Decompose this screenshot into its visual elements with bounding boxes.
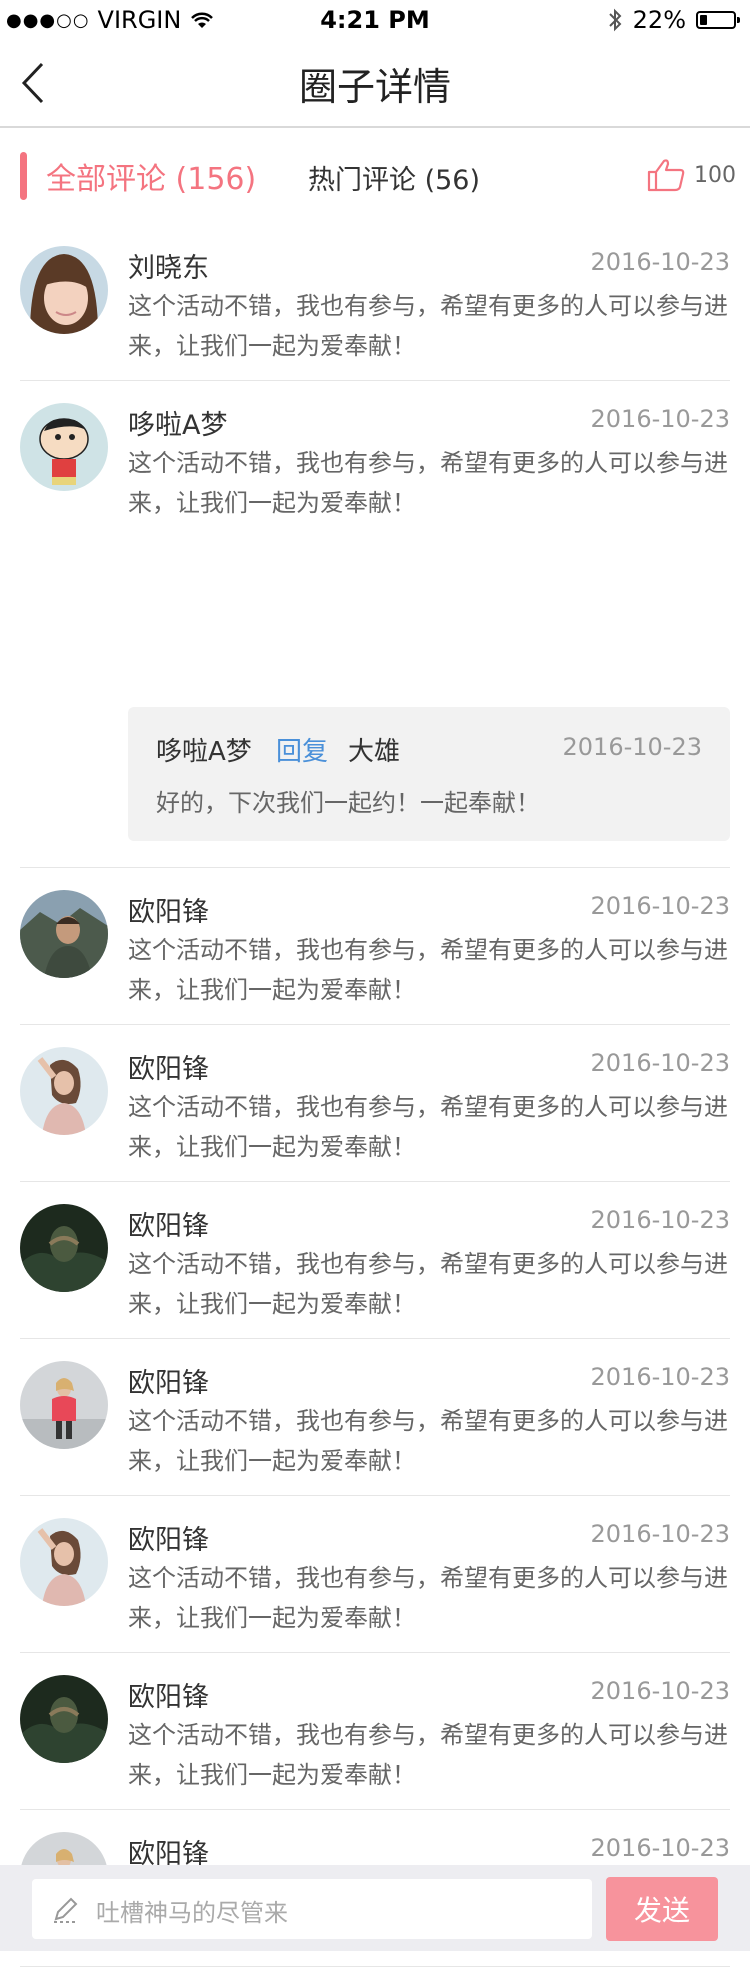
avatar[interactable] [20,1518,108,1606]
tab-all-comments[interactable]: 全部评论 (156) [46,154,256,198]
avatar[interactable] [20,890,108,978]
comment-text: 这个活动不错，我也有参与，希望有更多的人可以参与进来，让我们一起为爱奉献！ [128,1721,728,1789]
avatar[interactable] [20,1675,108,1763]
comment-date: 2016-10-23 [590,1363,730,1391]
avatar[interactable] [20,246,108,334]
reply-box: 哆啦A梦 回复 大雄 2016-10-23 好的，下次我们一起约！一起奉献！ [128,707,730,841]
avatar[interactable] [20,1204,108,1292]
comment-author[interactable]: 欧阳锋 [128,1361,209,1400]
status-right: 22% [607,6,740,34]
comment-item[interactable]: 哆啦A梦 2016-10-23 这个活动不错，我也有参与，希望有更多的人可以参与进来… [20,381,730,868]
nav-bar: 圈子详情 [0,40,750,128]
comment-item[interactable]: 欧阳锋 2016-10-23 这个活动不错，我也有参与，希望有更多的人可以参与进来，… [20,1025,730,1182]
status-bar: ●●●○○ VIRGIN 4:21 PM 22% [0,0,750,40]
comment-date: 2016-10-23 [590,405,730,433]
comment-text: 这个活动不错，我也有参与，希望有更多的人可以参与进来，让我们一起为爱奉献！ [128,936,728,1004]
comment-author[interactable]: 欧阳锋 [128,1204,209,1243]
active-tab-indicator [20,152,27,200]
comment-date: 2016-10-23 [590,1520,730,1548]
send-button[interactable]: 发送 [606,1877,718,1941]
comment-author[interactable]: 欧阳锋 [128,1047,209,1086]
pen-icon [54,1897,78,1923]
avatar[interactable] [20,403,108,491]
comment-text: 这个活动不错，我也有参与，希望有更多的人可以参与进来，让我们一起为爱奉献！ [128,449,728,517]
comment-author[interactable]: 欧阳锋 [128,1675,209,1714]
comment-text: 这个活动不错，我也有参与，希望有更多的人可以参与进来，让我们一起为爱奉献！ [128,1250,728,1318]
comment-date: 2016-10-23 [590,1834,730,1862]
comment-author[interactable]: 哆啦A梦 [128,403,227,442]
reply-author[interactable]: 哆啦A梦 [156,731,252,768]
avatar[interactable] [20,1361,108,1449]
comment-item[interactable]: 欧阳锋 2016-10-23 这个活动不错，我也有参与，希望有更多的人可以参与进来，… [20,1653,730,1810]
comment-item[interactable]: 欧阳锋 2016-10-23 这个活动不错，我也有参与，希望有更多的人可以参与进来，… [20,868,730,1025]
battery-percent: 22% [632,6,686,34]
reply-date: 2016-10-23 [562,733,702,761]
comment-text: 这个活动不错，我也有参与，希望有更多的人可以参与进来，让我们一起为爱奉献！ [128,292,728,360]
comment-input-bar: 吐槽神马的尽管来 发送 [0,1865,750,1951]
comment-item[interactable]: 欧阳锋 2016-10-23 这个活动不错，我也有参与，希望有更多的人可以参与进来，… [20,1182,730,1339]
tab-hot-comments[interactable]: 热门评论 (56) [308,158,480,197]
battery-level [700,15,707,25]
comment-item[interactable]: 欧阳锋 2016-10-23 这个活动不错，我也有参与，希望有更多的人可以参与进来，… [20,1339,730,1496]
reply-link[interactable]: 回复 [276,731,328,768]
like-button[interactable]: 100 [646,158,736,192]
avatar[interactable] [20,1047,108,1135]
comment-date: 2016-10-23 [590,1677,730,1705]
comment-text: 这个活动不错，我也有参与，希望有更多的人可以参与进来，让我们一起为爱奉献！ [128,1093,728,1161]
battery-icon [696,11,740,29]
comment-date: 2016-10-23 [590,892,730,920]
bluetooth-icon [608,8,622,32]
comment-author[interactable]: 刘晓东 [128,246,209,285]
thumbs-up-icon [647,159,685,192]
comment-input[interactable]: 吐槽神马的尽管来 [32,1879,592,1939]
reply-target[interactable]: 大雄 [348,731,400,768]
comment-tabs: 全部评论 (156) 热门评论 (56) 100 [0,128,750,224]
comment-author[interactable]: 欧阳锋 [128,890,209,929]
comment-item[interactable]: 欧阳锋 2016-10-23 这个活动不错，我也有参与，希望有更多的人可以参与进来，… [20,1496,730,1653]
page-title: 圈子详情 [298,65,451,109]
comment-item[interactable]: 刘晓东 2016-10-23 这个活动不错，我也有参与，希望有更多的人可以参与进来，… [20,224,730,381]
comment-date: 2016-10-23 [590,248,730,276]
comment-placeholder: 吐槽神马的尽管来 [96,1899,288,1927]
reply-text: 好的，下次我们一起约！一起奉献！ [156,789,540,817]
comment-text: 这个活动不错，我也有参与，希望有更多的人可以参与进来，让我们一起为爱奉献！ [128,1564,728,1632]
comment-text: 这个活动不错，我也有参与，希望有更多的人可以参与进来，让我们一起为爱奉献！ [128,1407,728,1475]
comment-date: 2016-10-23 [590,1206,730,1234]
comment-author[interactable]: 欧阳锋 [128,1518,209,1557]
comment-date: 2016-10-23 [590,1049,730,1077]
like-count: 100 [694,162,736,188]
comment-list: 刘晓东 2016-10-23 这个活动不错，我也有参与，希望有更多的人可以参与进来，… [0,224,750,1967]
